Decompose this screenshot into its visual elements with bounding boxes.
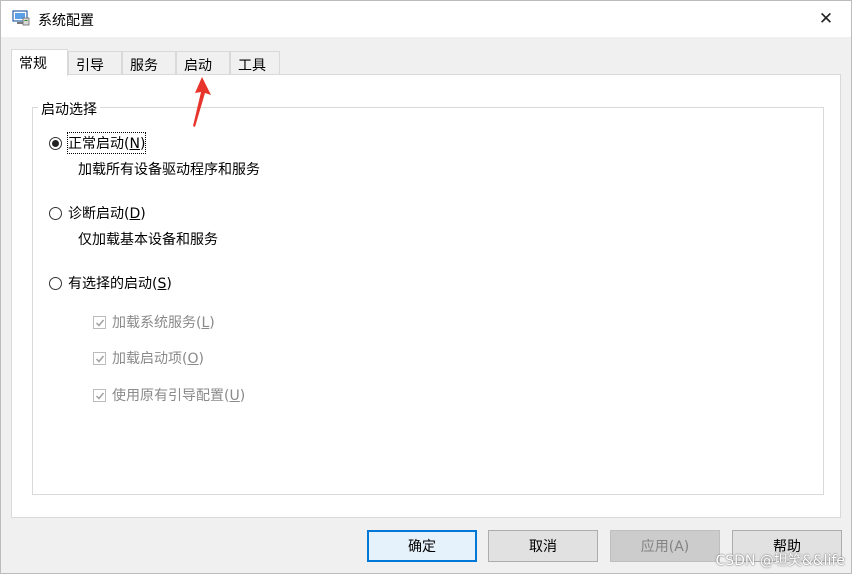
general-tab-panel: 启动选择 正常启动(N) 加载所有设备驱动程序和服务 诊断启动(D) 仅加载基本… bbox=[11, 74, 841, 518]
tab-boot[interactable]: 引导 bbox=[68, 51, 122, 75]
use-original-boot-config-checkbox[interactable]: 使用原有引导配置(U) bbox=[93, 385, 245, 405]
selective-startup-label: 有选择的启动(S) bbox=[68, 276, 172, 292]
diagnostic-startup-radio[interactable]: 诊断启动(D) bbox=[49, 203, 146, 223]
window-title: 系统配置 bbox=[38, 13, 94, 29]
normal-startup-label: 正常启动(N) bbox=[66, 132, 147, 154]
close-icon[interactable]: ✕ bbox=[807, 5, 845, 33]
radio-indicator[interactable] bbox=[49, 206, 62, 220]
red-arrow-icon bbox=[189, 75, 213, 129]
tab-tools[interactable]: 工具 bbox=[230, 51, 280, 75]
tab-general[interactable]: 常规 bbox=[11, 49, 68, 76]
radio-indicator[interactable] bbox=[49, 276, 62, 290]
load-system-services-checkbox[interactable]: 加载系统服务(L) bbox=[93, 312, 215, 332]
load-startup-items-label: 加载启动项(O) bbox=[112, 351, 204, 367]
load-system-services-label: 加载系统服务(L) bbox=[112, 315, 215, 331]
use-original-boot-config-label: 使用原有引导配置(U) bbox=[112, 388, 246, 404]
system-config-window: 系统配置 ✕ 常规 引导 服务 启动 工具 启动选择 正常启动(N) 加载所有设… bbox=[0, 0, 852, 574]
load-startup-items-checkbox[interactable]: 加载启动项(O) bbox=[93, 348, 204, 368]
tab-startup[interactable]: 启动 bbox=[176, 51, 230, 75]
ok-button[interactable]: 确定 bbox=[367, 530, 477, 562]
tab-services[interactable]: 服务 bbox=[122, 51, 176, 75]
watermark: CSDN @坦笑&&life bbox=[715, 553, 845, 569]
title-bar[interactable]: 系统配置 ✕ bbox=[1, 1, 851, 37]
radio-indicator[interactable] bbox=[49, 136, 62, 150]
normal-startup-radio[interactable]: 正常启动(N) bbox=[49, 132, 147, 154]
diagnostic-startup-label: 诊断启动(D) bbox=[68, 206, 146, 222]
checkmark-icon[interactable] bbox=[93, 388, 106, 402]
apply-button[interactable]: 应用(A) bbox=[610, 530, 720, 562]
checkmark-icon[interactable] bbox=[93, 315, 106, 329]
checkmark-icon[interactable] bbox=[93, 351, 106, 365]
system-config-icon bbox=[12, 10, 30, 26]
diagnostic-startup-desc: 仅加载基本设备和服务 bbox=[78, 232, 218, 248]
selective-startup-radio[interactable]: 有选择的启动(S) bbox=[49, 273, 172, 293]
normal-startup-desc: 加载所有设备驱动程序和服务 bbox=[78, 162, 260, 178]
cancel-button[interactable]: 取消 bbox=[488, 530, 598, 562]
group-title: 启动选择 bbox=[38, 99, 100, 119]
